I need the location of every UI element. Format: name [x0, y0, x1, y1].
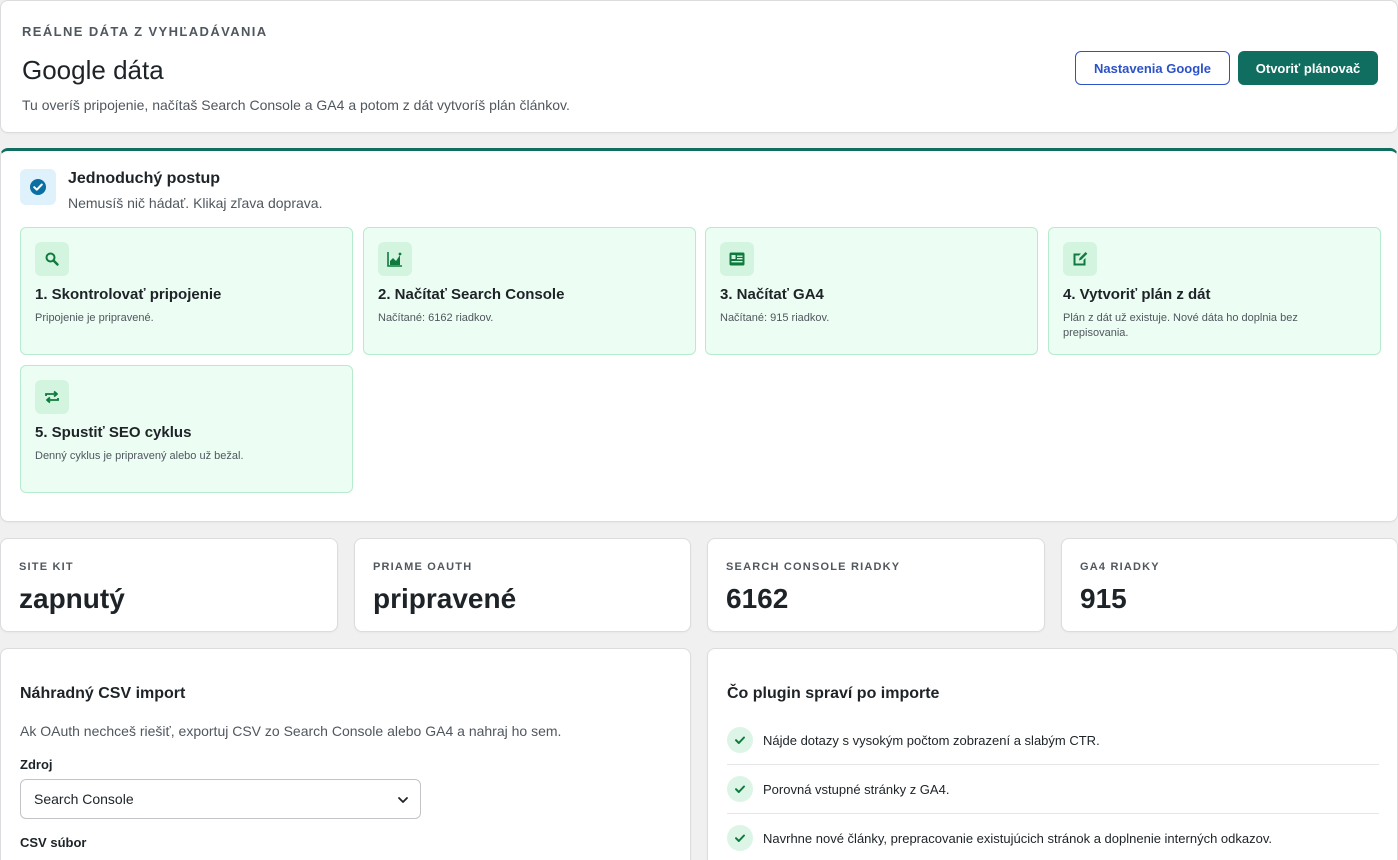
stat-value: zapnutý: [19, 583, 125, 614]
open-planner-button[interactable]: Otvoriť plánovač: [1238, 51, 1378, 85]
stat-value: 915: [1080, 583, 1127, 614]
stat-value: 6162: [726, 583, 789, 614]
source-select[interactable]: Search Console: [20, 779, 421, 819]
chevron-down-icon: [398, 797, 408, 803]
step-title: 5. Spustiť SEO cyklus: [35, 424, 192, 441]
plugin-info-panel: Čo plugin spraví po importe Nájde dotazy…: [707, 648, 1398, 860]
step-description: Načítané: 915 riadkov.: [720, 312, 830, 324]
steps-subtitle: Nemusíš nič hádať. Klikaj zľava doprava.: [68, 195, 323, 211]
stat-value: pripravené: [373, 583, 517, 614]
step-run-seo-cycle[interactable]: 5. Spustiť SEO cyklus Denný cyklus je pr…: [20, 365, 353, 493]
check-icon: [727, 727, 753, 753]
list-item: Porovná vstupné stránky z GA4.: [727, 765, 1379, 814]
plugin-info-title: Čo plugin spraví po importe: [727, 685, 940, 702]
analytics-icon: [720, 242, 754, 276]
page-eyebrow: REÁLNE DÁTA Z VYHĽADÁVANIA: [22, 24, 268, 39]
stat-ga4-rows: GA4 RIADKY 915: [1061, 538, 1398, 632]
search-icon: [35, 242, 69, 276]
stat-site-kit: SITE KIT zapnutý: [0, 538, 338, 632]
list-item: Nájde dotazy s vysokým počtom zobrazení …: [727, 716, 1379, 765]
step-description: Načítané: 6162 riadkov.: [378, 312, 494, 324]
stat-direct-oauth: PRIAME OAUTH pripravené: [354, 538, 691, 632]
chart-icon: [378, 242, 412, 276]
stat-search-console-rows: SEARCH CONSOLE RIADKY 6162: [707, 538, 1045, 632]
csv-import-subtitle: Ak OAuth nechceš riešiť, exportuj CSV zo…: [20, 723, 562, 739]
source-select-value: Search Console: [34, 791, 134, 807]
google-settings-button[interactable]: Nastavenia Google: [1075, 51, 1230, 85]
stat-label: SITE KIT: [19, 561, 74, 573]
source-label: Zdroj: [20, 757, 53, 772]
check-circle-icon: [20, 169, 56, 205]
page-subtitle: Tu overíš pripojenie, načítaš Search Con…: [22, 97, 570, 113]
csv-import-panel: Náhradný CSV import Ak OAuth nechceš rie…: [0, 648, 691, 860]
csv-file-label: CSV súbor: [20, 835, 87, 850]
page-header: REÁLNE DÁTA Z VYHĽADÁVANIA Google dáta T…: [0, 0, 1398, 133]
list-item-text: Porovná vstupné stránky z GA4.: [763, 781, 950, 797]
check-icon: [727, 776, 753, 802]
steps-title: Jednoduchý postup: [68, 170, 220, 187]
step-title: 2. Načítať Search Console: [378, 286, 565, 303]
step-title: 1. Skontrolovať pripojenie: [35, 286, 222, 303]
step-title: 4. Vytvoriť plán z dát: [1063, 286, 1211, 303]
csv-import-title: Náhradný CSV import: [20, 685, 186, 702]
step-description: Pripojenie je pripravené.: [35, 312, 154, 324]
edit-icon: [1063, 242, 1097, 276]
stat-label: SEARCH CONSOLE RIADKY: [726, 561, 901, 573]
simple-steps-panel: Jednoduchý postup Nemusíš nič hádať. Kli…: [0, 148, 1398, 522]
step-create-plan[interactable]: 4. Vytvoriť plán z dát Plán z dát už exi…: [1048, 227, 1381, 355]
repeat-icon: [35, 380, 69, 414]
step-load-search-console[interactable]: 2. Načítať Search Console Načítané: 6162…: [363, 227, 696, 355]
step-check-connection[interactable]: 1. Skontrolovať pripojenie Pripojenie je…: [20, 227, 353, 355]
step-description: Denný cyklus je pripravený alebo už beža…: [35, 450, 244, 462]
list-item: Navrhne nové články, prepracovanie exist…: [727, 814, 1379, 860]
stat-label: GA4 RIADKY: [1080, 561, 1160, 573]
check-icon: [727, 825, 753, 851]
list-item-text: Navrhne nové články, prepracovanie exist…: [763, 830, 1272, 846]
list-item-text: Nájde dotazy s vysokým počtom zobrazení …: [763, 732, 1100, 748]
stat-label: PRIAME OAUTH: [373, 561, 473, 573]
step-load-ga4[interactable]: 3. Načítať GA4 Načítané: 915 riadkov.: [705, 227, 1038, 355]
step-title: 3. Načítať GA4: [720, 286, 824, 303]
step-description: Plán z dát už existuje. Nové dáta ho dop…: [1063, 312, 1298, 339]
page-title: Google dáta: [22, 55, 164, 85]
